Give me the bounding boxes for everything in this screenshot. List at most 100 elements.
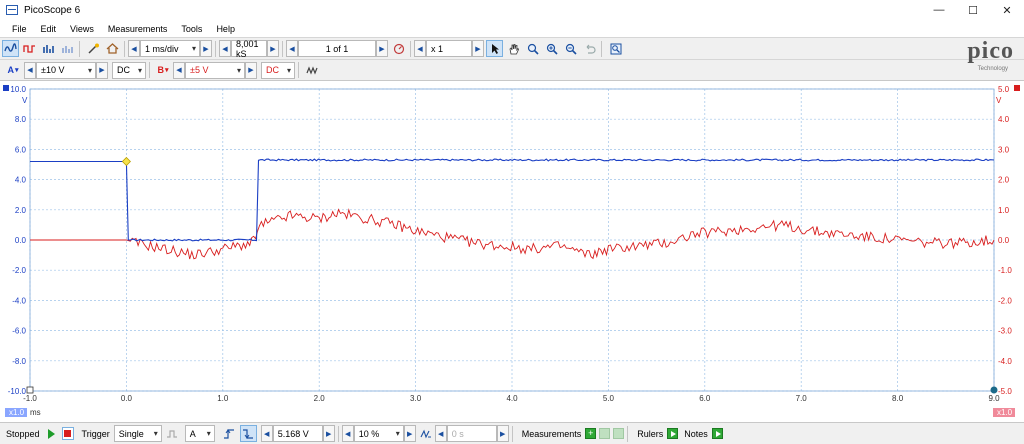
menu-file[interactable]: File: [12, 24, 27, 34]
status-separator: [627, 425, 629, 442]
samples-decrease-button[interactable]: ◀: [219, 40, 231, 57]
x-axis-handle[interactable]: [26, 386, 34, 394]
menu-edit[interactable]: Edit: [41, 24, 57, 34]
channel-a-range-decrease-button[interactable]: ◀: [24, 61, 36, 79]
channel-a-tick-label: 6.0: [15, 145, 27, 154]
post-trigger-delay-icon[interactable]: [418, 425, 435, 442]
advanced-trigger-icon[interactable]: [164, 425, 181, 442]
stop-button[interactable]: [61, 427, 74, 440]
channel-b-coupling-dropdown[interactable]: DC: [261, 61, 295, 79]
channel-a-range-dropdown[interactable]: ±10 V: [36, 61, 96, 79]
channel-b-range-decrease-button[interactable]: ◀: [173, 61, 185, 79]
channel-a-coupling-dropdown[interactable]: DC: [112, 61, 146, 79]
channel-b-axis-handle[interactable]: [1014, 85, 1020, 91]
samples-field[interactable]: 8,001 kS: [231, 39, 267, 59]
time-tick-label: 1.0: [217, 394, 229, 403]
scope-mode-icon[interactable]: [2, 40, 19, 57]
spectrum-mode-icon[interactable]: [40, 40, 57, 57]
window-title: PicoScope 6: [24, 4, 81, 16]
math-channels-icon[interactable]: [304, 62, 321, 79]
scope-view[interactable]: 10.0 8.0 6.0 4.0 2.0 0.0 -2.0 -4.0 -6.0 -8.0 -10.0…: [0, 81, 1024, 422]
channel-a-axis-handle[interactable]: [3, 85, 9, 91]
trigger-level-decrease-button[interactable]: ◀: [260, 425, 273, 442]
close-icon[interactable]: ✕: [990, 0, 1024, 20]
trigger-mode-dropdown[interactable]: Single: [113, 425, 162, 442]
menu-tools[interactable]: Tools: [181, 24, 202, 34]
zoom-in-icon[interactable]: [543, 40, 560, 57]
delay-increase-button[interactable]: ▶: [496, 425, 509, 442]
zoom-decrease-button[interactable]: ◀: [414, 40, 426, 57]
toolbar-separator: [282, 40, 283, 57]
toolbar-separator: [298, 62, 299, 78]
buffer-next-button[interactable]: ▶: [376, 40, 388, 57]
channel-a-range-increase-button[interactable]: ▶: [96, 61, 108, 79]
samples-increase-button[interactable]: ▶: [267, 40, 279, 57]
channel-b-range-dropdown[interactable]: ±5 V: [185, 61, 245, 79]
zoom-overview-icon[interactable]: [607, 40, 624, 57]
trigger-level-field[interactable]: 5.168 V: [272, 425, 323, 442]
zoom-area-icon[interactable]: [524, 40, 541, 57]
channel-b-options-button[interactable]: B ▾: [153, 62, 173, 79]
channel-b-tick-label: -2.0: [998, 296, 1012, 305]
time-tick-label: 7.0: [796, 394, 808, 403]
trigger-level-increase-button[interactable]: ▶: [322, 425, 335, 442]
minimize-icon[interactable]: —: [922, 0, 956, 20]
delete-measurement-icon[interactable]: [613, 428, 625, 439]
delay-field[interactable]: 0 s: [446, 425, 497, 442]
falling-edge-icon[interactable]: [239, 425, 257, 442]
scope-graph[interactable]: 10.08.06.04.02.00.0-2.0-4.0-6.0-8.0-10.0…: [0, 81, 1024, 422]
pretrigger-decrease-button[interactable]: ◀: [341, 425, 354, 442]
delay-decrease-button[interactable]: ◀: [434, 425, 447, 442]
zoom-out-icon[interactable]: [562, 40, 579, 57]
buffer-field[interactable]: 1 of 1: [298, 40, 376, 57]
channel-b-tick-label: 2.0: [998, 176, 1010, 185]
menu-measurements[interactable]: Measurements: [108, 24, 168, 34]
notes-arrow-icon[interactable]: [711, 428, 723, 439]
timebase-increase-button[interactable]: ▶: [200, 40, 212, 57]
timebase-dropdown[interactable]: 1 ms/div: [140, 40, 200, 57]
pretrigger-dropdown[interactable]: 10 %: [353, 425, 404, 442]
channel-b-range-increase-button[interactable]: ▶: [245, 61, 257, 79]
undo-zoom-icon[interactable]: [581, 40, 598, 57]
buffer-previous-button[interactable]: ◀: [286, 40, 298, 57]
channel-a-tick-label: 4.0: [15, 176, 27, 185]
title-bar: PicoScope 6 — ☐ ✕: [0, 0, 1024, 20]
x-axis-end-handle[interactable]: [990, 386, 998, 394]
menu-help[interactable]: Help: [216, 24, 235, 34]
channel-b-label: B: [157, 65, 164, 75]
x-zoom-left-label: x1.0: [9, 408, 25, 417]
status-separator: [337, 425, 339, 442]
pretrigger-increase-button[interactable]: ▶: [403, 425, 416, 442]
rulers-arrow-icon[interactable]: [667, 428, 679, 439]
zoom-field[interactable]: x 1: [426, 40, 472, 57]
channel-b-tick-label: -5.0: [998, 387, 1012, 396]
logo-word: pico: [967, 38, 1014, 64]
channel-a-tick-label: 10.0: [10, 85, 26, 94]
timebase-decrease-button[interactable]: ◀: [128, 40, 140, 57]
toolbar-separator: [410, 40, 411, 57]
channel-a-tick-label: 8.0: [15, 115, 27, 124]
channel-a-tick-label: -8.0: [12, 357, 26, 366]
hand-tool-icon[interactable]: [505, 40, 522, 57]
buffer-navigator-icon[interactable]: [390, 40, 407, 57]
menu-views[interactable]: Views: [70, 24, 94, 34]
start-button[interactable]: [46, 428, 58, 440]
pointer-tool-icon[interactable]: [486, 40, 503, 57]
persistence-mode-icon[interactable]: [21, 40, 38, 57]
probe-wand-icon[interactable]: [85, 40, 102, 57]
add-measurement-icon[interactable]: +: [585, 428, 597, 439]
home-icon[interactable]: [104, 40, 121, 57]
trigger-source-dropdown[interactable]: A: [184, 425, 215, 442]
channel-a-dropdown-icon: ▾: [14, 67, 19, 74]
spectrum-persist-icon[interactable]: [59, 40, 76, 57]
play-icon: [48, 428, 56, 439]
main-toolbar: ◀ 1 ms/div ▶ ◀ 8,001 kS ▶ ◀ 1 of 1 ▶ ◀ x…: [0, 37, 1024, 59]
time-tick-label: 4.0: [506, 394, 518, 403]
channel-a-options-button[interactable]: A ▾: [2, 62, 24, 79]
toolbar-separator: [149, 62, 150, 78]
zoom-increase-button[interactable]: ▶: [472, 40, 484, 57]
maximize-icon[interactable]: ☐: [956, 0, 990, 20]
edit-measurement-icon[interactable]: [599, 428, 611, 439]
rising-edge-icon[interactable]: [221, 425, 238, 442]
stop-icon: [61, 427, 74, 440]
